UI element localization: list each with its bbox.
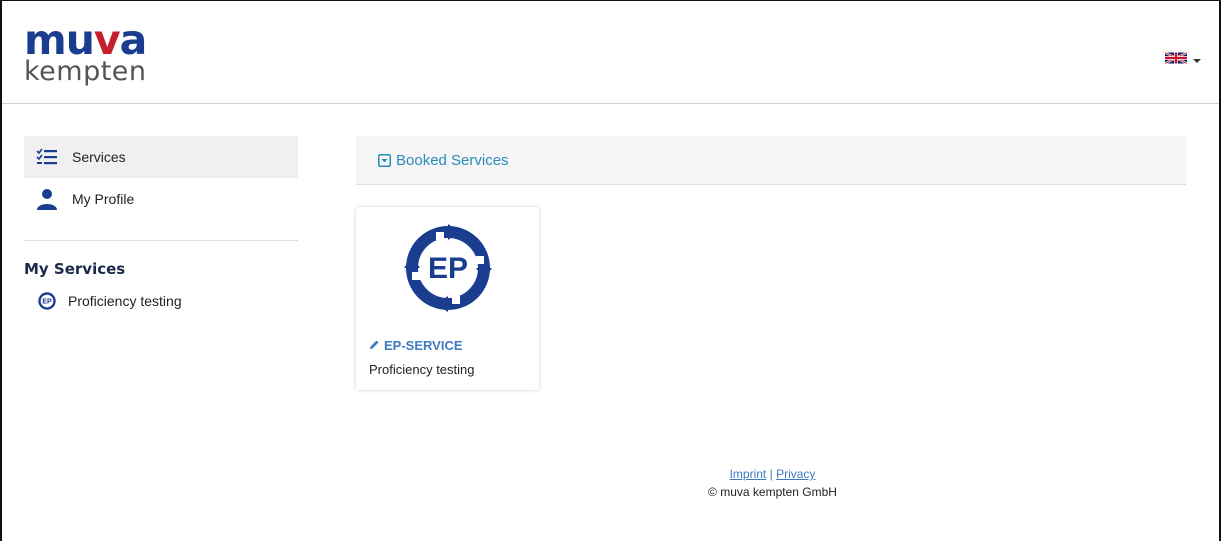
privacy-link[interactable]: Privacy <box>776 467 815 481</box>
uk-flag-icon <box>1165 51 1187 70</box>
ep-logo-icon: EP <box>38 292 56 310</box>
imprint-link[interactable]: Imprint <box>730 467 767 481</box>
sidebar-item-services[interactable]: Services <box>24 136 298 178</box>
language-selector[interactable] <box>1165 51 1201 70</box>
pencil-icon <box>369 338 380 353</box>
svg-text:EP: EP <box>428 252 468 285</box>
copyright: © muva kempten GmbH <box>708 485 837 499</box>
sidebar-item-label: Proficiency testing <box>68 293 182 309</box>
logo-wordmark: muva <box>24 16 147 64</box>
sidebar-item-label: My Profile <box>72 191 135 207</box>
sidebar-item-label: Services <box>72 149 126 165</box>
user-icon <box>36 188 64 210</box>
chevron-down-icon <box>1193 58 1201 63</box>
top-header: muva kempten <box>2 1 1219 104</box>
logo-subtitle: kempten <box>24 56 147 87</box>
footer: Imprint | Privacy © muva kempten GmbH <box>0 467 1221 499</box>
footer-links: Imprint | Privacy <box>324 467 1221 481</box>
footer-separator: | <box>769 467 773 481</box>
svg-text:EP: EP <box>42 299 52 306</box>
panel-title: Booked Services <box>396 151 509 169</box>
service-code-label: EP-SERVICE <box>384 338 463 353</box>
sidebar: Services My Profile My Services EP Profi… <box>24 136 298 310</box>
collapse-toggle-icon <box>378 153 391 167</box>
ep-service-logo: EP <box>400 220 496 321</box>
brand-logo[interactable]: muva kempten <box>24 20 164 90</box>
sidebar-item-proficiency-testing[interactable]: EP Proficiency testing <box>24 292 298 310</box>
service-code: EP-SERVICE <box>369 338 463 353</box>
booked-services-header[interactable]: Booked Services <box>356 136 1186 185</box>
service-description: Proficiency testing <box>369 362 475 377</box>
service-card-ep[interactable]: EP EP-SERVICE Proficiency testing <box>356 207 539 390</box>
section-title-my-services: My Services <box>24 260 126 278</box>
sidebar-item-profile[interactable]: My Profile <box>24 178 298 220</box>
checklist-icon <box>36 148 64 166</box>
sidebar-divider <box>24 240 298 241</box>
